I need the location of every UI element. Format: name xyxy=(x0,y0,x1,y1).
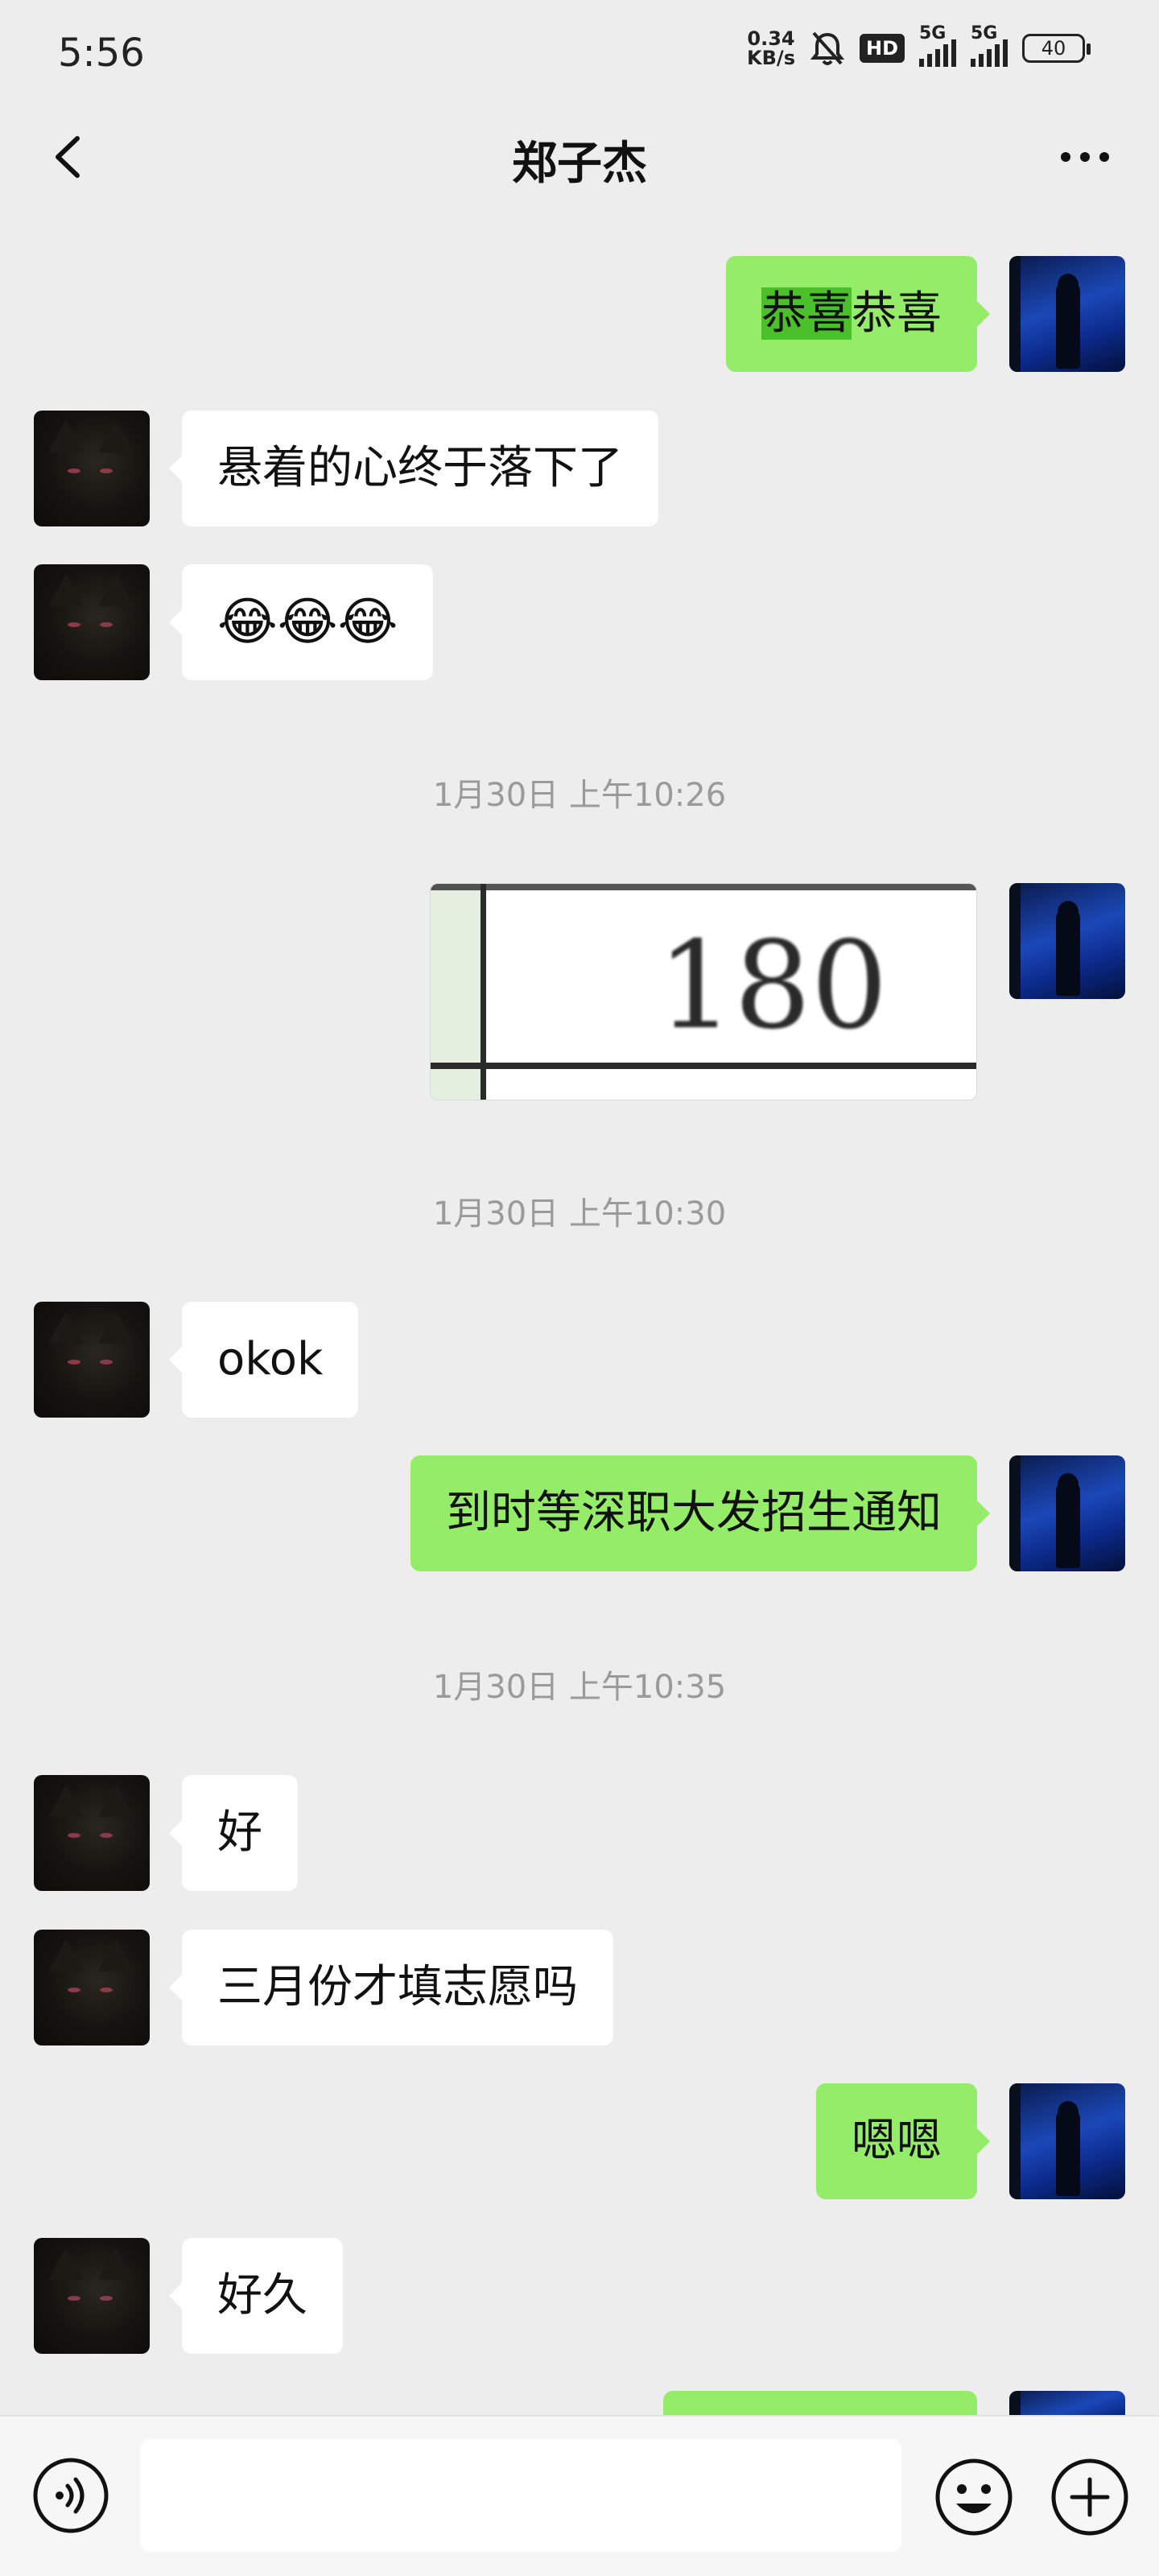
message-bubble-other[interactable]: 好 xyxy=(169,1775,298,1891)
message-row: 到时等深职大发招生通知 xyxy=(0,1455,1159,1571)
self-avatar[interactable] xyxy=(1009,256,1125,372)
chat-header: 郑子杰 xyxy=(0,105,1159,209)
message-input[interactable] xyxy=(140,2439,901,2552)
status-time: 5:56 xyxy=(58,31,145,76)
contact-avatar[interactable] xyxy=(34,1775,150,1891)
network-speed: 0.34 KB/s xyxy=(747,27,795,69)
battery-icon: 40 xyxy=(1022,34,1091,63)
message-row: 恭喜恭喜 xyxy=(0,256,1159,372)
chat-title: 郑子杰 xyxy=(512,138,647,190)
plus-icon[interactable] xyxy=(1050,2457,1130,2537)
highlighted-text: 恭喜 xyxy=(761,287,852,340)
signal-strength-icon: 5G xyxy=(919,23,956,67)
contact-avatar[interactable] xyxy=(34,564,150,680)
message-row: 悬着的心终于落下了 xyxy=(0,411,1159,526)
message-row: 好 xyxy=(0,1775,1159,1891)
message-row: 180 xyxy=(0,883,1159,1100)
message-timestamp: 1月30日 上午10:26 xyxy=(432,777,727,814)
image-message[interactable]: 180 xyxy=(430,883,977,1100)
contact-avatar[interactable] xyxy=(34,411,150,526)
image-cell-value: 180 xyxy=(657,916,888,1056)
message-bubble-other[interactable]: 三月份才填志愿吗 xyxy=(169,1930,613,2046)
message-row: 三月份才填志愿吗 xyxy=(0,1930,1159,2046)
message-row: 好久 xyxy=(0,2238,1159,2354)
message-row: 😂😂😂 xyxy=(0,564,1159,680)
message-bubble-other[interactable]: 😂😂😂 xyxy=(168,564,434,680)
more-options-icon[interactable] xyxy=(1053,129,1117,185)
message-row: okok xyxy=(0,1302,1159,1418)
mute-bell-icon xyxy=(810,30,845,67)
self-avatar[interactable] xyxy=(1009,883,1125,999)
message-bubble-other[interactable]: okok xyxy=(168,1302,359,1418)
signal-strength-icon: 5G xyxy=(971,23,1008,67)
message-timestamp: 1月30日 上午10:35 xyxy=(432,1669,727,1706)
self-avatar[interactable] xyxy=(1009,1455,1125,1571)
message-bubble-self[interactable]: 嗯嗯 xyxy=(816,2083,990,2199)
status-bar: 5:56 0.34 KB/s HD 5G 5G 40 xyxy=(0,0,1159,105)
contact-avatar[interactable] xyxy=(34,1302,150,1418)
message-timestamp: 1月30日 上午10:30 xyxy=(432,1195,727,1232)
message-input-bar xyxy=(0,2415,1159,2576)
emoji-icon[interactable] xyxy=(934,2457,1014,2537)
message-bubble-self[interactable]: 恭喜恭喜 xyxy=(726,256,990,372)
self-avatar[interactable] xyxy=(1009,2391,1125,2415)
message-row xyxy=(0,2391,1159,2415)
voice-icon[interactable] xyxy=(32,2457,109,2534)
message-row: 嗯嗯 xyxy=(0,2083,1159,2199)
message-bubble-self[interactable] xyxy=(663,2391,977,2415)
message-bubble-other[interactable]: 好久 xyxy=(169,2238,343,2354)
status-icons: 0.34 KB/s HD 5G 5G 40 xyxy=(747,23,1091,69)
contact-avatar[interactable] xyxy=(34,2238,150,2354)
message-list[interactable]: 恭喜恭喜 悬着的心终于落下了 😂😂😂 1月30日 上午10:26 180 1月3… xyxy=(0,209,1159,2415)
hd-voice-badge: HD xyxy=(859,34,905,63)
contact-avatar[interactable] xyxy=(34,1930,150,2046)
self-avatar[interactable] xyxy=(1009,2083,1125,2199)
message-bubble-other[interactable]: 悬着的心终于落下了 xyxy=(169,411,658,526)
message-bubble-self[interactable]: 到时等深职大发招生通知 xyxy=(410,1455,990,1571)
